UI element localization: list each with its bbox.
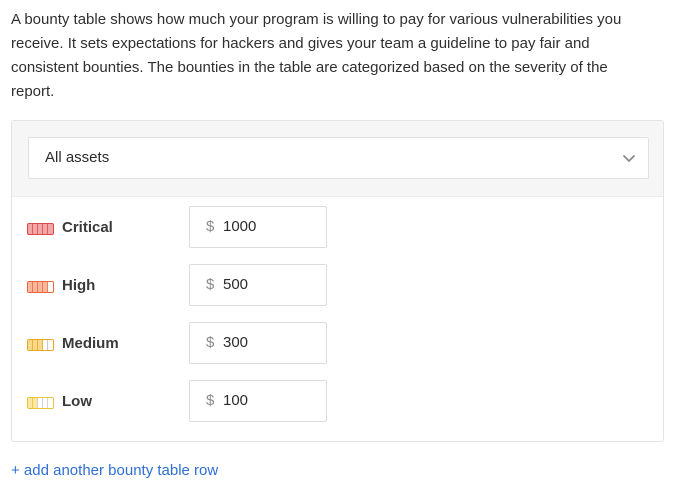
bounty-amount-input-low[interactable]: $ 100 [189,380,327,422]
currency-symbol: $ [206,392,215,409]
currency-symbol: $ [206,218,215,235]
severity-critical-icon [27,223,54,235]
bounty-row-high: High $ 500 [12,264,663,317]
bounty-amount-value: 500 [223,276,249,293]
bounty-amount-input-medium[interactable]: $ 300 [189,322,327,364]
severity-label-low: Low [62,393,92,410]
bounty-amount-input-critical[interactable]: $ 1000 [189,206,327,248]
severity-label-critical: Critical [62,219,113,236]
bounty-table-panel: All assets Critical $ 1000 High $ 500 Me… [11,120,664,442]
bounty-amount-value: 1000 [223,218,257,235]
bounty-row-medium: Medium $ 300 [12,322,663,375]
intro-text: A bounty table shows how much your progr… [11,11,622,100]
currency-symbol: $ [206,276,215,293]
severity-high-icon [27,281,54,293]
add-bounty-row-link[interactable]: + add another bounty table row [11,462,218,479]
bounty-amount-input-high[interactable]: $ 500 [189,264,327,306]
bounty-row-critical: Critical $ 1000 [12,206,663,259]
severity-label-high: High [62,277,96,294]
panel-header: All assets [12,121,663,197]
bounty-row-low: Low $ 100 [12,380,663,433]
severity-medium-icon [27,339,54,351]
severity-label-medium: Medium [62,335,119,352]
currency-symbol: $ [206,334,215,351]
bounty-table-page: A bounty table shows how much your progr… [0,0,676,499]
chevron-down-icon [623,155,635,162]
asset-select-value: All assets [45,149,110,166]
severity-low-icon [27,397,54,409]
bounty-amount-value: 300 [223,334,249,351]
asset-select-dropdown[interactable]: All assets [28,137,649,179]
bounty-amount-value: 100 [223,392,249,409]
